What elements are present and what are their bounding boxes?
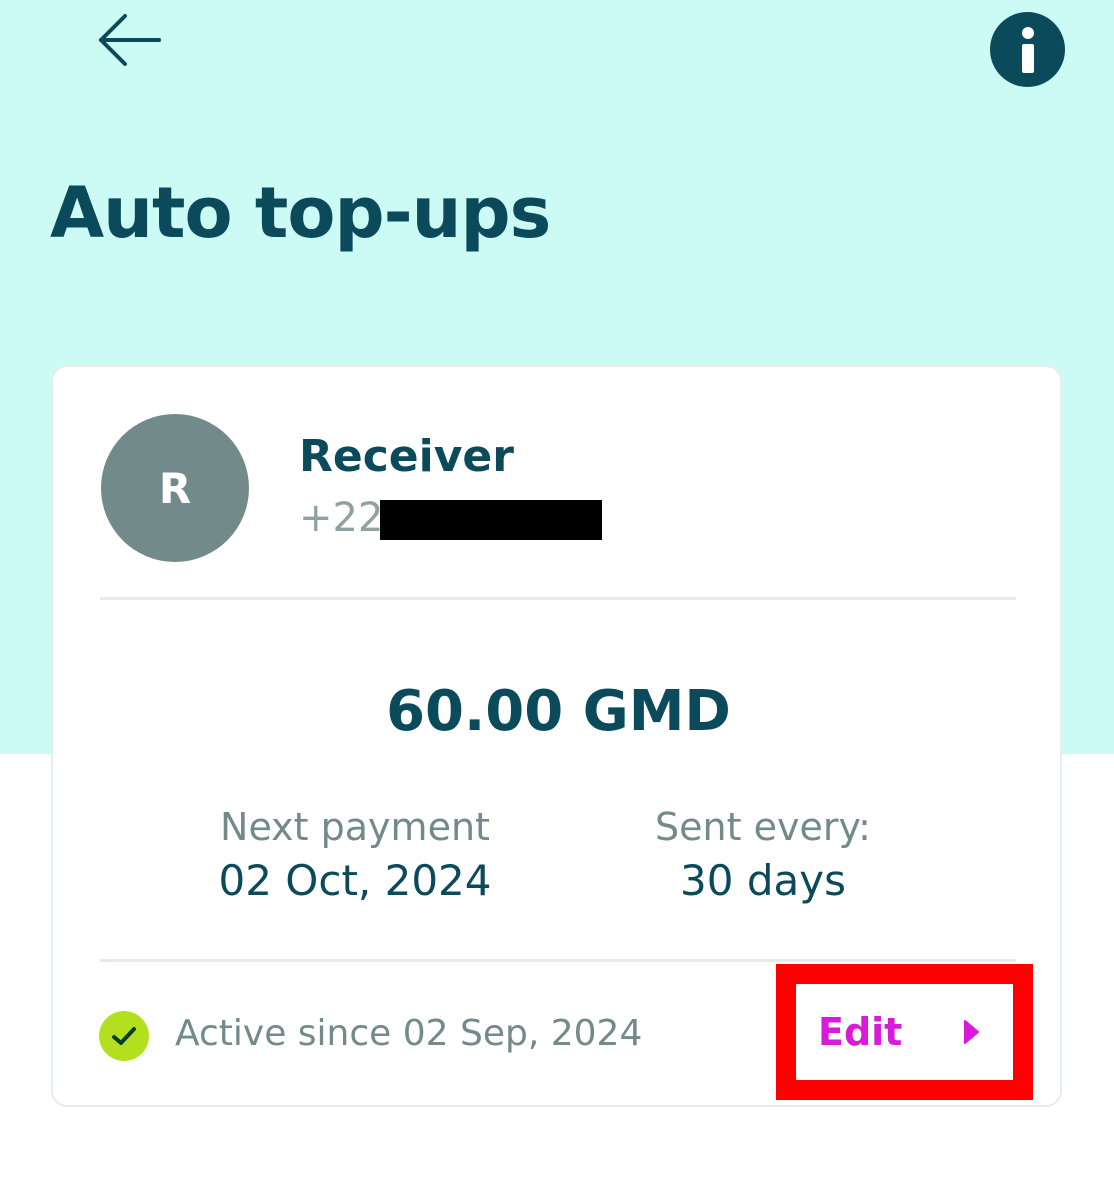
redaction-bar: [380, 500, 602, 540]
info-icon: [1021, 26, 1034, 73]
divider: [100, 959, 1016, 962]
next-payment-value: 02 Oct, 2024: [218, 856, 492, 905]
check-circle-icon: [99, 1011, 149, 1061]
arrow-left-icon: [99, 14, 161, 66]
frequency-block: Sent every: 30 days: [613, 801, 913, 909]
avatar-initial: R: [158, 463, 192, 513]
next-payment-label: Next payment: [220, 805, 490, 849]
caret-right-icon: [962, 1019, 980, 1045]
back-button[interactable]: [92, 8, 168, 72]
avatar: R: [101, 414, 249, 562]
info-button[interactable]: [990, 12, 1065, 87]
frequency-label: Sent every:: [655, 805, 871, 849]
page-title: Auto top-ups: [50, 172, 551, 254]
receiver-name: Receiver: [299, 431, 514, 482]
frequency-value: 30 days: [680, 856, 846, 905]
edit-button[interactable]: Edit: [796, 984, 1013, 1080]
divider: [100, 597, 1016, 600]
active-status-text: Active since 02 Sep, 2024: [175, 1013, 643, 1054]
next-payment-block: Next payment 02 Oct, 2024: [205, 801, 505, 909]
edit-label: Edit: [818, 1010, 903, 1054]
topup-amount: 60.00 GMD: [386, 679, 731, 744]
